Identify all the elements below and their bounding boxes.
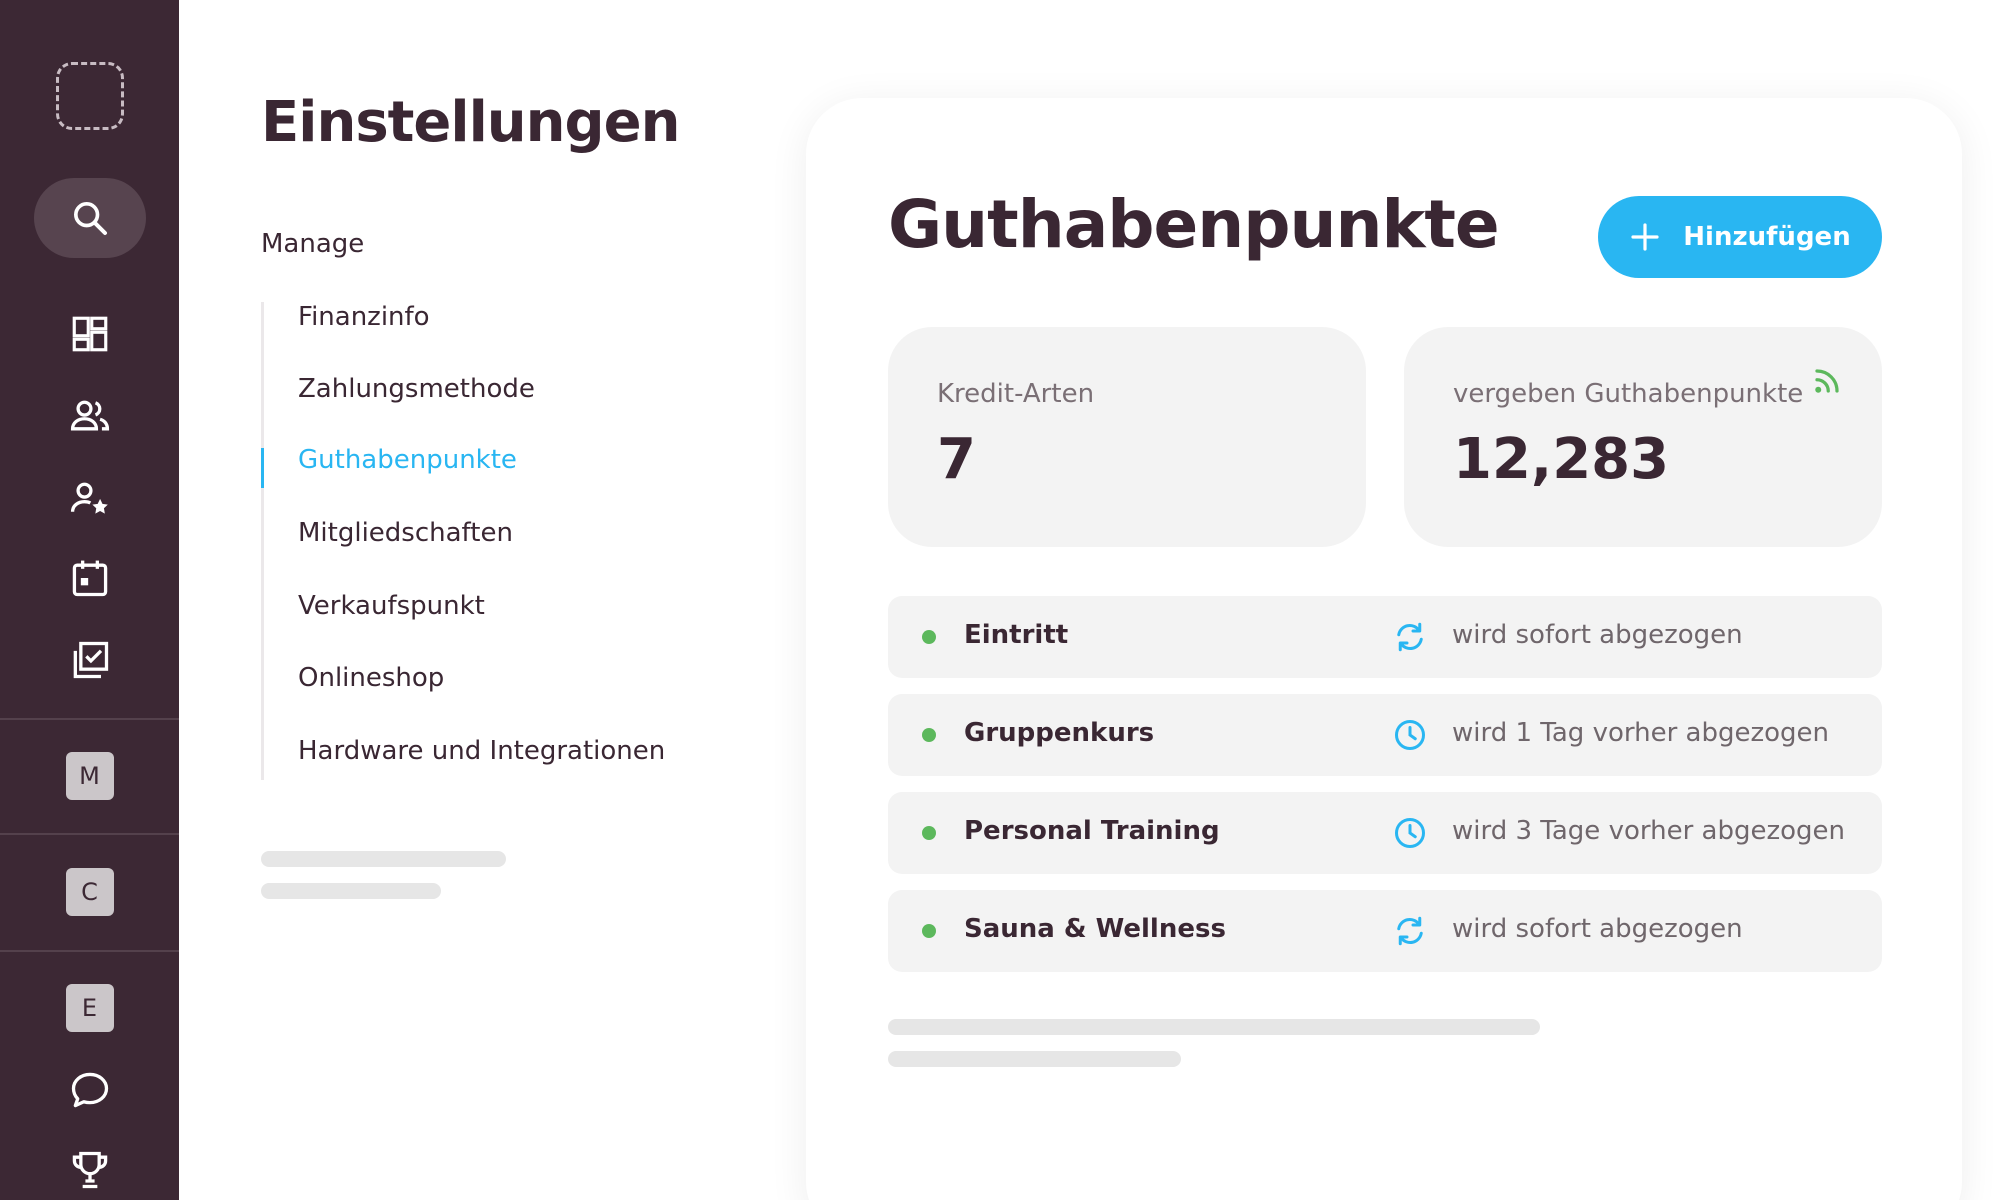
logo-placeholder[interactable]	[0, 62, 179, 130]
loading-placeholder	[888, 1051, 1181, 1067]
plus-icon	[1631, 223, 1659, 251]
trophy-icon	[72, 1151, 107, 1189]
logo-placeholder-icon	[55, 62, 124, 130]
messages-button[interactable]	[0, 1068, 179, 1112]
credit-type-name: Personal Training	[964, 816, 1220, 846]
settings-nav-mitgliedschaften[interactable]: Mitgliedschaften	[298, 518, 513, 548]
search-pill	[33, 178, 146, 258]
active-nav-indicator	[261, 448, 264, 488]
deduction-rule: wird 1 Tag vorher abgezogen	[1452, 718, 1829, 748]
settings-nav-onlineshop[interactable]: Onlineshop	[298, 663, 444, 693]
settings-nav-finanzinfo[interactable]: Finanzinfo	[298, 302, 430, 332]
active-status-dot	[922, 728, 936, 742]
credit-type-row[interactable]: Gruppenkurs wird 1 Tag vorher abgezogen	[888, 694, 1882, 776]
settings-nav-zahlungsmethode[interactable]: Zahlungsmethode	[298, 374, 535, 404]
sidebar-divider	[0, 950, 179, 952]
active-status-dot	[922, 630, 936, 644]
icon-sidebar: M C E	[0, 0, 179, 1200]
add-button-label: Hinzufügen	[1683, 222, 1851, 252]
stat-credits-issued: vergeben Guthabenpunkte 12,283	[1404, 327, 1882, 547]
calendar-icon	[72, 560, 107, 597]
deduction-rule: wird 3 Tage vorher abgezogen	[1452, 816, 1845, 846]
person-star-icon	[70, 482, 108, 514]
section-label: Manage	[261, 229, 365, 259]
credit-type-name: Gruppenkurs	[964, 718, 1155, 748]
members-button[interactable]	[0, 394, 179, 438]
active-status-dot	[922, 924, 936, 938]
sidebar-divider	[0, 833, 179, 835]
live-signal-icon	[1815, 369, 1839, 393]
clock-icon	[1395, 720, 1425, 750]
workspace-c-button[interactable]: C	[0, 868, 179, 916]
stat-label: vergeben Guthabenpunkte	[1453, 379, 1804, 409]
active-status-dot	[922, 826, 936, 840]
settings-nav-guthabenpunkte[interactable]: Guthabenpunkte	[298, 445, 517, 475]
credits-title: Guthabenpunkte	[888, 186, 1500, 263]
add-button[interactable]: Hinzufügen	[1598, 196, 1882, 278]
stat-value: 7	[937, 427, 976, 492]
staff-button[interactable]	[0, 476, 179, 520]
deduction-rule: wird sofort abgezogen	[1452, 914, 1743, 944]
checklist-icon	[73, 641, 108, 679]
sync-icon	[1397, 916, 1423, 946]
search-button[interactable]	[0, 178, 179, 258]
sync-icon	[1397, 622, 1423, 652]
settings-nav-track	[261, 302, 264, 780]
people-icon	[70, 400, 109, 431]
stat-label: Kredit-Arten	[937, 379, 1095, 409]
sidebar-divider	[0, 718, 179, 720]
loading-placeholder	[261, 851, 506, 867]
workspace-m-button[interactable]: M	[0, 752, 179, 800]
credit-type-name: Eintritt	[964, 620, 1069, 650]
search-icon	[73, 202, 107, 235]
clock-icon	[1395, 818, 1425, 848]
dashboard-button[interactable]	[0, 312, 179, 356]
credit-type-row[interactable]: Eintritt wird sofort abgezogen	[888, 596, 1882, 678]
workspace-e-button[interactable]: E	[0, 984, 179, 1032]
page-title: Einstellungen	[261, 90, 680, 155]
workspace-badge: E	[65, 984, 114, 1032]
stat-value: 12,283	[1453, 427, 1670, 492]
dashboard-icon	[72, 316, 107, 352]
credit-type-row[interactable]: Personal Training wird 3 Tage vorher abg…	[888, 792, 1882, 874]
stat-credit-types: Kredit-Arten 7	[888, 327, 1366, 547]
deduction-rule: wird sofort abgezogen	[1452, 620, 1743, 650]
calendar-button[interactable]	[0, 556, 179, 600]
loading-placeholder	[888, 1019, 1540, 1035]
achievements-button[interactable]	[0, 1148, 179, 1192]
credit-type-row[interactable]: Sauna & Wellness wird sofort abgezogen	[888, 890, 1882, 972]
workspace-badge: C	[65, 868, 114, 916]
settings-nav-hardware[interactable]: Hardware und Integrationen	[298, 736, 665, 766]
credit-type-name: Sauna & Wellness	[964, 914, 1226, 944]
settings-nav-verkaufspunkt[interactable]: Verkaufspunkt	[298, 591, 485, 621]
loading-placeholder	[261, 883, 441, 899]
checklist-button[interactable]	[0, 638, 179, 682]
chat-bubble-icon	[71, 1072, 108, 1108]
workspace-badge: M	[65, 752, 114, 800]
